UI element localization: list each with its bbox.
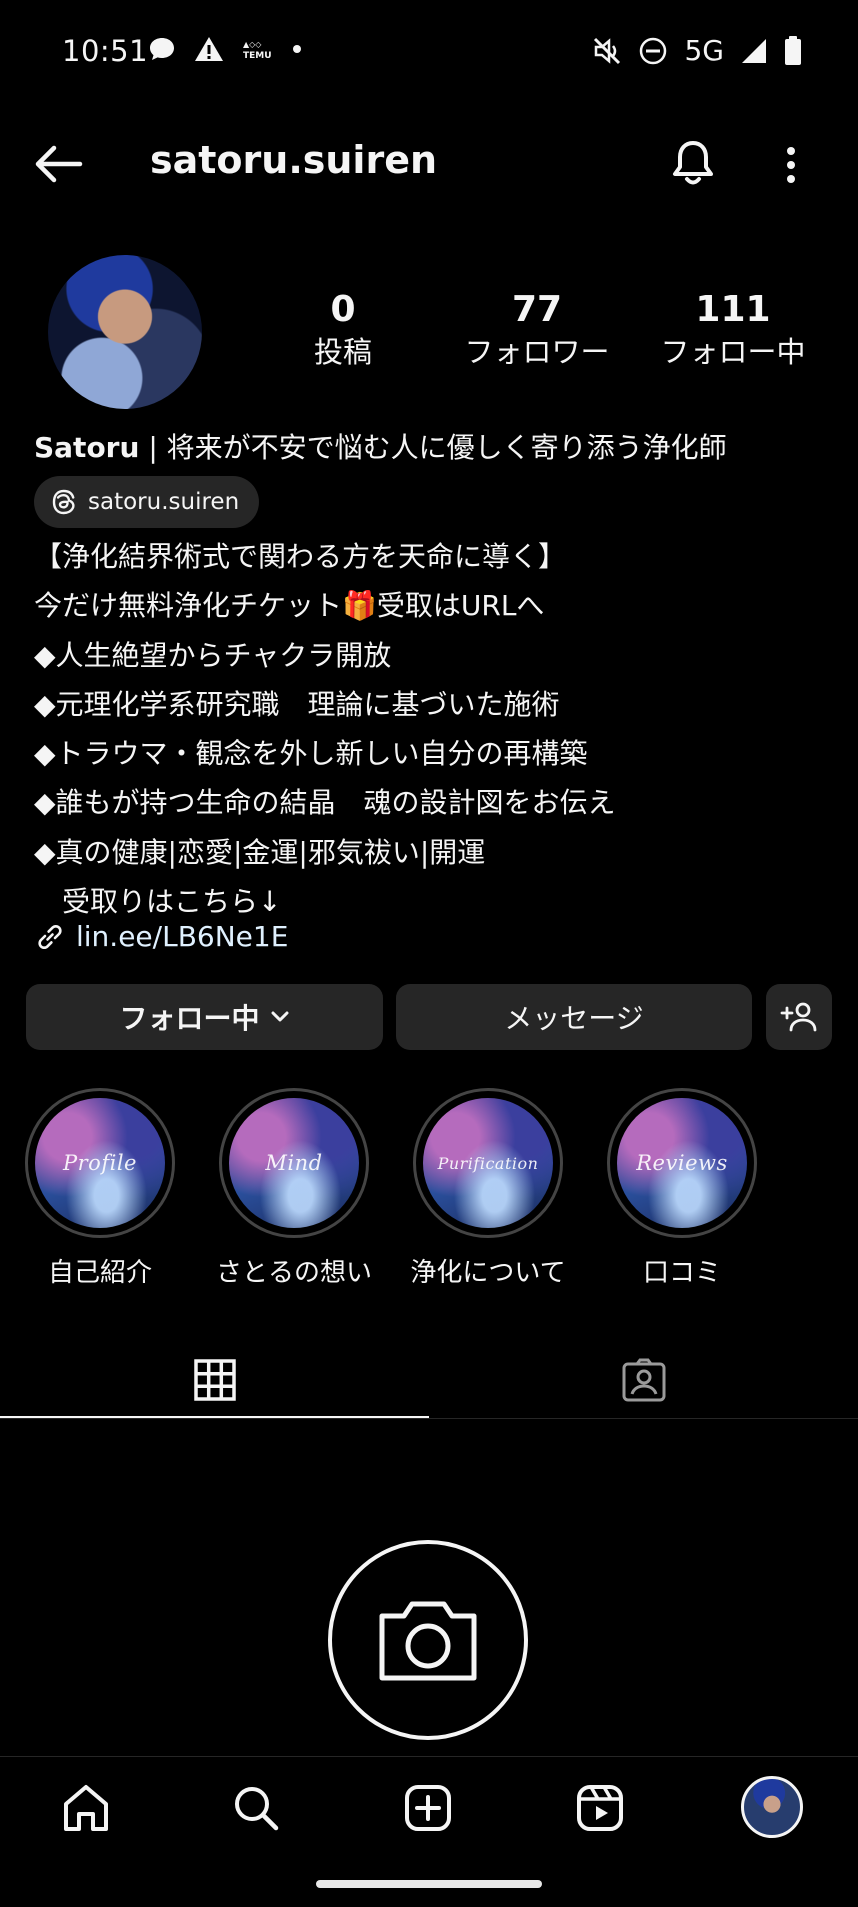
highlight-cover-text: Reviews xyxy=(636,1151,728,1175)
threads-badge[interactable]: satoru.suiren xyxy=(34,476,260,528)
gesture-home-bar[interactable] xyxy=(316,1880,542,1888)
status-time: 10:51 xyxy=(62,34,149,68)
svg-text:TEMU: TEMU xyxy=(243,51,272,60)
suggested-users-button[interactable] xyxy=(766,984,832,1050)
highlight-cover-text: Mind xyxy=(265,1151,323,1175)
status-system-icons: 5G xyxy=(592,34,802,67)
bio-link[interactable]: lin.ee/LB6Ne1E xyxy=(34,920,288,953)
profile-avatar[interactable] xyxy=(48,255,202,409)
bio-name-line: Satoru | 将来が不安で悩む人に優しく寄り添う浄化師 xyxy=(34,426,727,466)
story-highlight[interactable]: Reviews 口コミ xyxy=(602,1088,762,1289)
dot-icon xyxy=(293,45,301,53)
home-icon xyxy=(64,1785,108,1831)
bio-display-name: Satoru xyxy=(34,431,140,464)
bottom-nav-divider xyxy=(0,1756,858,1757)
empty-posts-camera xyxy=(328,1540,528,1740)
bio-link-text: lin.ee/LB6Ne1E xyxy=(76,920,289,953)
search-icon xyxy=(235,1787,279,1831)
bio-tagline: | 将来が不安で悩む人に優しく寄り添う浄化師 xyxy=(139,431,727,464)
highlight-label: 口コミ xyxy=(642,1258,721,1288)
tab-divider xyxy=(0,1418,858,1419)
highlight-ring: Mind xyxy=(219,1088,369,1238)
network-type: 5G xyxy=(684,34,724,67)
notifications-button[interactable] xyxy=(668,138,718,190)
highlight-ring: Reviews xyxy=(607,1088,757,1238)
highlight-cover-text: Purification xyxy=(437,1153,539,1173)
stat-posts: 0 投稿 xyxy=(258,288,428,372)
temu-icon: ▲◇◇ TEMU xyxy=(243,40,272,60)
highlight-label: さとるの想い xyxy=(215,1258,372,1288)
profile-username: satoru.suiren xyxy=(150,138,438,182)
arrow-left-icon xyxy=(35,145,83,183)
following-count: 111 xyxy=(695,289,771,330)
chat-bubble-icon xyxy=(150,38,174,60)
tab-tagged[interactable] xyxy=(429,1340,858,1420)
battery-icon xyxy=(785,35,801,65)
svg-text:▲◇◇: ▲◇◇ xyxy=(243,40,262,49)
story-highlight[interactable]: Purification 浄化について xyxy=(408,1088,568,1289)
threads-icon xyxy=(52,489,75,515)
stat-followers[interactable]: 77 フォロワー xyxy=(452,288,622,372)
highlight-cover: Profile xyxy=(35,1098,165,1228)
highlight-cover: Reviews xyxy=(617,1098,747,1228)
mute-icon xyxy=(594,37,621,64)
following-button-label: フォロー中 xyxy=(119,1002,260,1035)
nav-create[interactable] xyxy=(388,1776,468,1840)
tab-posts-grid[interactable] xyxy=(0,1340,429,1420)
posts-label: 投稿 xyxy=(313,335,372,369)
do-not-disturb-icon xyxy=(640,37,667,64)
reels-icon xyxy=(577,1785,623,1831)
grid-icon xyxy=(193,1359,236,1401)
following-label: フォロー中 xyxy=(660,335,806,369)
back-button[interactable] xyxy=(30,140,86,188)
followers-count: 77 xyxy=(511,289,563,330)
nav-home[interactable] xyxy=(46,1776,126,1840)
highlight-ring: Purification xyxy=(413,1088,563,1238)
link-icon xyxy=(38,924,62,949)
message-button-label: メッセージ xyxy=(504,1002,644,1035)
highlight-ring: Profile xyxy=(25,1088,175,1238)
add-user-icon xyxy=(780,1002,817,1032)
threads-handle: satoru.suiren xyxy=(88,489,240,515)
highlight-cover: Purification xyxy=(423,1098,553,1228)
stat-following[interactable]: 111 フォロー中 xyxy=(648,288,818,372)
plus-square-icon xyxy=(405,1785,451,1831)
highlight-cover-text: Profile xyxy=(63,1151,137,1175)
more-options-button[interactable] xyxy=(774,140,808,190)
nav-search[interactable] xyxy=(216,1776,296,1840)
posts-count: 0 xyxy=(330,289,356,330)
signal-icon xyxy=(742,38,766,63)
story-highlight[interactable]: Mind さとるの想い xyxy=(214,1088,374,1289)
tagged-icon xyxy=(622,1358,665,1402)
highlight-cover: Mind xyxy=(229,1098,359,1228)
highlight-label: 自己紹介 xyxy=(47,1258,152,1288)
story-highlight[interactable]: Profile 自己紹介 xyxy=(20,1088,180,1289)
nav-reels[interactable] xyxy=(560,1776,640,1840)
highlight-label: 浄化について xyxy=(410,1258,566,1288)
more-vertical-icon xyxy=(787,147,795,183)
followers-label: フォロワー xyxy=(464,335,610,369)
status-notification-icons: ▲◇◇ TEMU xyxy=(148,36,302,62)
message-button[interactable]: メッセージ xyxy=(396,984,752,1050)
following-button[interactable]: フォロー中 xyxy=(26,984,383,1050)
nav-profile-avatar[interactable] xyxy=(741,1776,803,1838)
warning-icon xyxy=(195,37,223,61)
chevron-down-icon xyxy=(271,1011,288,1022)
bio-text: 【浄化結界術式で関わる方を天命に導く】 今だけ無料浄化チケット🎁受取はURLへ … xyxy=(34,540,616,919)
bell-icon xyxy=(673,141,713,185)
camera-icon xyxy=(379,1601,477,1681)
